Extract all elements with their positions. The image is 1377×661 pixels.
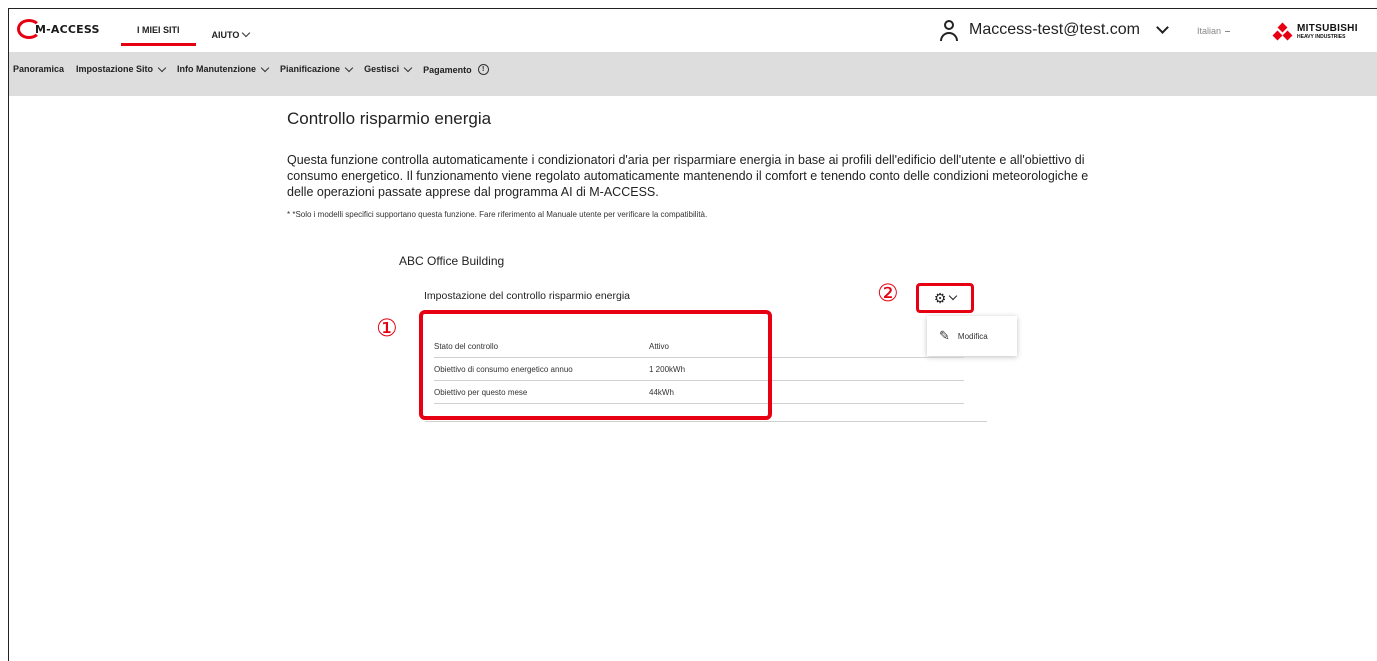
subnav-maintenance-info[interactable]: Info Manutenzione	[177, 63, 270, 74]
logo-mark	[17, 19, 41, 39]
callout-number-1: ①	[376, 314, 398, 342]
building-name: ABC Office Building	[399, 254, 505, 268]
user-icon	[939, 19, 959, 41]
chevron-down-icon	[260, 63, 270, 72]
chevron-down-icon	[403, 63, 413, 72]
language-label: Italian	[1197, 26, 1222, 36]
subnav-payment-label: Pagamento	[423, 64, 472, 75]
top-nav-help-label: AIUTO	[211, 29, 240, 40]
top-nav-my-sites-label: I MIEI SITI	[137, 25, 180, 35]
chevron-down-icon	[242, 28, 251, 38]
subnav-manage[interactable]: Gestisci	[364, 63, 413, 74]
settings-dropdown-button[interactable]: ⚙	[916, 283, 974, 313]
callout-number-2: ②	[877, 279, 899, 307]
top-bar: M-ACCESS I MIEI SITI AIUTO Maccess-test@…	[9, 9, 1377, 51]
subnav-payment[interactable]: Pagamento !	[423, 64, 489, 75]
brand-sub: HEAVY INDUSTRIES	[1297, 34, 1346, 40]
mitsubishi-logo-icon	[1272, 22, 1293, 41]
gear-icon: ⚙	[933, 290, 947, 306]
brand-logo: MITSUBISHI HEAVY INDUSTRIES	[1272, 22, 1358, 41]
chevron-down-icon	[157, 63, 167, 72]
page-description: Questa funzione controlla automaticament…	[287, 153, 1089, 199]
chevron-down-icon	[344, 63, 354, 72]
logo-text: M-ACCESS	[35, 22, 100, 36]
logo[interactable]: M-ACCESS	[17, 19, 100, 39]
subnav-site-settings[interactable]: Impostazione Sito	[76, 63, 167, 74]
subnav-maintenance-info-label: Info Manutenzione	[177, 64, 257, 74]
top-nav-my-sites[interactable]: I MIEI SITI	[121, 21, 196, 46]
chevron-down-icon	[949, 291, 958, 301]
app-frame: M-ACCESS I MIEI SITI AIUTO Maccess-test@…	[8, 8, 1377, 661]
top-nav-help[interactable]: AIUTO	[196, 25, 266, 50]
info-icon: !	[477, 64, 489, 75]
subnav-overview[interactable]: Panoramica	[13, 64, 64, 74]
chevron-down-icon	[1225, 30, 1231, 32]
chevron-down-icon	[1156, 21, 1169, 34]
sub-nav: Panoramica Impostazione Sito Info Manute…	[9, 52, 1377, 96]
page-title: Controllo risparmio energia	[287, 109, 492, 128]
subnav-scheduling[interactable]: Pianificazione	[280, 63, 354, 74]
language-select[interactable]: Italian	[1197, 26, 1231, 36]
callout-highlight-box	[419, 310, 772, 420]
subnav-scheduling-label: Pianificazione	[280, 64, 341, 74]
divider	[425, 421, 987, 422]
subnav-site-settings-label: Impostazione Sito	[76, 64, 154, 74]
settings-section-title: Impostazione del controllo risparmio ene…	[424, 290, 631, 302]
top-nav: I MIEI SITI AIUTO	[121, 25, 265, 50]
user-email: Maccess-test@test.com	[969, 21, 1140, 38]
compatibility-note: * *Solo i modelli specifici supportano q…	[287, 210, 708, 219]
subnav-manage-label: Gestisci	[364, 64, 400, 74]
user-menu[interactable]: Maccess-test@test.com	[939, 19, 1169, 41]
subnav-overview-label: Panoramica	[13, 64, 65, 74]
